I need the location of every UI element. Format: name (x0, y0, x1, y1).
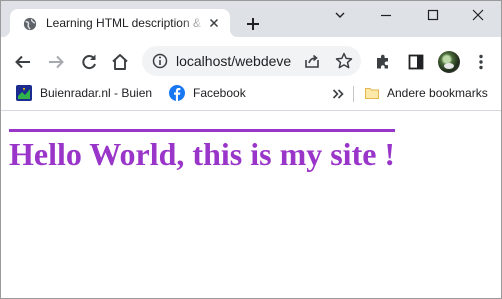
page-content: Hello World, this is my site ! (1, 111, 501, 298)
tab-search-icon[interactable] (332, 7, 348, 23)
facebook-icon (169, 85, 185, 101)
maximize-icon[interactable] (425, 7, 441, 23)
new-tab-icon[interactable] (245, 16, 261, 32)
address-bar[interactable]: localhost/webdevelopment (142, 46, 361, 76)
browser-tab[interactable]: Learning HTML description & ... (2, 9, 238, 37)
close-window-icon[interactable] (470, 7, 486, 23)
info-icon[interactable] (150, 51, 170, 71)
forward-arrow-icon[interactable] (46, 52, 66, 72)
chevron-double-right-icon[interactable] (332, 87, 344, 101)
minimize-icon[interactable] (378, 7, 394, 23)
profile-avatar[interactable] (438, 51, 460, 73)
reload-icon[interactable] (79, 52, 99, 72)
folder-icon (365, 88, 379, 99)
url-text[interactable]: localhost/webdevelopment (176, 53, 292, 69)
close-tab-icon[interactable] (206, 15, 222, 31)
side-panel-icon[interactable] (406, 52, 426, 72)
bookmark-facebook[interactable]: Facebook (193, 86, 246, 100)
bookmark-star-icon[interactable] (334, 51, 354, 71)
back-arrow-icon[interactable] (13, 52, 33, 72)
share-icon[interactable] (302, 51, 322, 71)
tab-strip: Learning HTML description & ... (1, 1, 501, 37)
other-bookmarks[interactable]: Andere bookmarks (387, 86, 488, 100)
bookmarks-bar: Buienradar.nl - Buienradar Facebook Ande… (1, 79, 501, 111)
home-icon[interactable] (110, 52, 130, 72)
extensions-icon[interactable] (373, 52, 393, 72)
buienradar-icon (16, 85, 32, 101)
bookmarks-separator (353, 86, 354, 102)
globe-icon (23, 17, 37, 31)
bookmark-buienradar[interactable]: Buienradar.nl - Buienradar (40, 86, 152, 100)
page-heading: Hello World, this is my site ! (9, 136, 396, 172)
heading-rule (9, 129, 395, 132)
browser-window: Learning HTML description & ... localhos… (0, 0, 502, 299)
more-menu-icon[interactable] (471, 52, 491, 72)
toolbar: localhost/webdevelopment (1, 37, 501, 79)
tab-title: Learning HTML description & ... (46, 16, 206, 30)
